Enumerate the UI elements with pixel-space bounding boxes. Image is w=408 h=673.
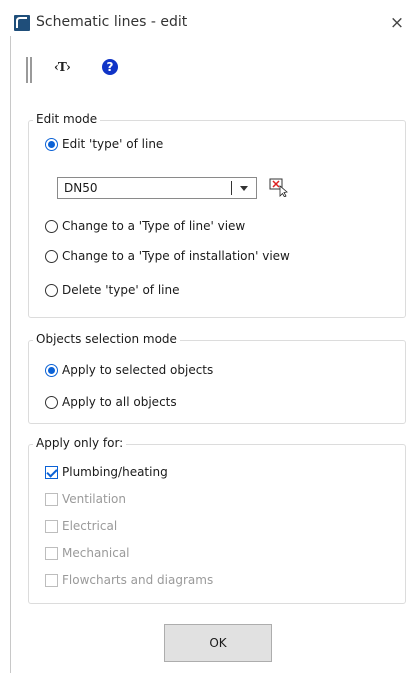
window-title: Schematic lines - edit — [36, 14, 188, 30]
pick-from-drawing-icon[interactable] — [269, 177, 289, 198]
ok-button[interactable]: OK — [164, 624, 272, 662]
text-tool-button[interactable]: ‹T› — [54, 60, 71, 74]
title-bar: Schematic lines - edit × — [10, 10, 408, 36]
line-type-dropdown[interactable]: DN50 — [57, 177, 257, 199]
radio-button[interactable] — [45, 137, 58, 151]
radio-button[interactable] — [45, 363, 58, 377]
radio-label: Delete 'type' of line — [62, 283, 180, 297]
help-button[interactable]: ? — [102, 59, 118, 75]
radio-label: Apply to selected objects — [62, 363, 214, 377]
radio-edit-type[interactable]: Edit 'type' of line — [45, 137, 163, 151]
checkbox-plumbing-heating[interactable]: Plumbing/heating — [45, 465, 168, 479]
toolbar: ‹T› ? — [10, 52, 408, 88]
radio-button[interactable] — [45, 283, 58, 297]
radio-label: Edit 'type' of line — [62, 137, 164, 151]
radio-label: Change to a 'Type of line' view — [62, 219, 246, 233]
checkbox-label: Flowcharts and diagrams — [62, 573, 214, 587]
checkbox — [45, 546, 58, 560]
app-icon — [14, 15, 30, 31]
edit-mode-legend: Edit mode — [33, 112, 101, 126]
apply-only-legend: Apply only for: — [33, 436, 127, 450]
radio-change-type-of-line[interactable]: Change to a 'Type of line' view — [45, 219, 245, 233]
radio-label: Change to a 'Type of installation' view — [62, 249, 290, 263]
checkbox-mechanical: Mechanical — [45, 546, 130, 560]
checkbox — [45, 492, 58, 506]
selection-mode-legend: Objects selection mode — [33, 332, 180, 346]
checkbox — [45, 573, 58, 587]
radio-change-type-of-installation[interactable]: Change to a 'Type of installation' view — [45, 249, 290, 263]
checkbox — [45, 519, 58, 533]
radio-label: Apply to all objects — [62, 395, 177, 409]
close-button[interactable]: × — [386, 12, 408, 34]
checkbox-electrical: Electrical — [45, 519, 117, 533]
checkbox[interactable] — [45, 465, 58, 479]
radio-delete-type[interactable]: Delete 'type' of line — [45, 283, 180, 297]
chevron-down-icon[interactable] — [240, 186, 248, 191]
dropdown-separator — [231, 181, 232, 195]
toolbar-grip-icon[interactable] — [26, 57, 32, 83]
radio-apply-selected[interactable]: Apply to selected objects — [45, 363, 213, 377]
edit-mode-group: Edit mode Edit 'type' of line DN50 Chang… — [28, 112, 406, 318]
checkbox-label: Electrical — [62, 519, 118, 533]
checkbox-label: Mechanical — [62, 546, 130, 560]
radio-button[interactable] — [45, 249, 58, 263]
radio-button[interactable] — [45, 395, 58, 409]
line-type-value: DN50 — [64, 181, 98, 195]
checkbox-label: Ventilation — [62, 492, 126, 506]
radio-button[interactable] — [45, 219, 58, 233]
checkbox-ventilation: Ventilation — [45, 492, 126, 506]
checkbox-flowcharts-diagrams: Flowcharts and diagrams — [45, 573, 213, 587]
radio-apply-all[interactable]: Apply to all objects — [45, 395, 177, 409]
selection-mode-group: Objects selection mode Apply to selected… — [28, 332, 406, 424]
window-left-border — [10, 36, 11, 673]
apply-only-group: Apply only for: Plumbing/heating Ventila… — [28, 436, 406, 604]
checkbox-label: Plumbing/heating — [62, 465, 168, 479]
